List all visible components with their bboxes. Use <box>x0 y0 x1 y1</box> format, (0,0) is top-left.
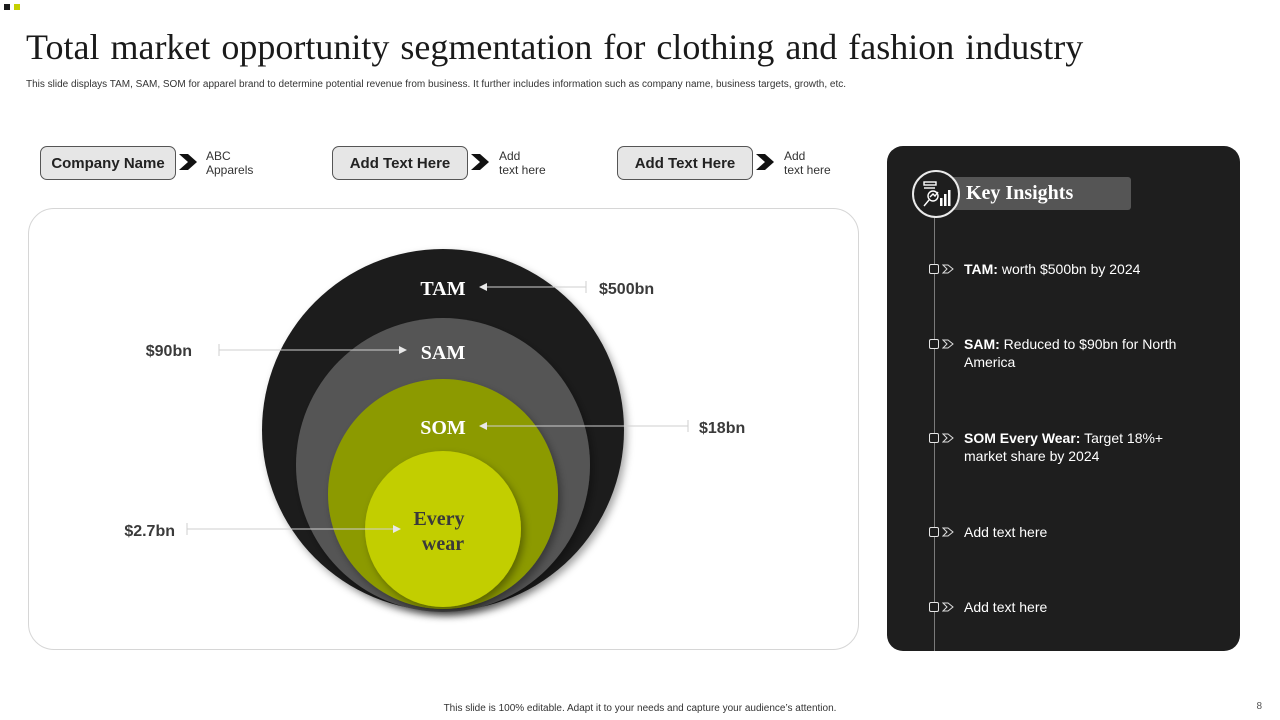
chevron-right-icon <box>942 527 954 537</box>
sam-label: SAM <box>421 342 466 364</box>
bullet-square-icon <box>929 527 939 537</box>
tam-label: TAM <box>420 278 465 300</box>
insight-item: Add text here <box>929 523 1189 541</box>
every-wear-label-line2: wear <box>422 533 464 555</box>
logo-square-lime <box>14 4 20 10</box>
bullet-square-icon <box>929 602 939 612</box>
insight-text: Add text here <box>964 599 1048 615</box>
logo-square-dark <box>4 4 10 10</box>
chevron-right-icon <box>942 433 954 443</box>
bullet-square-icon <box>929 264 939 274</box>
bullet-square-icon <box>929 339 939 349</box>
add-text-value-2: Add text here <box>784 149 831 177</box>
add-text-value-1: Add text here <box>499 149 546 177</box>
insight-item: SOM Every Wear: Target 18%+ market share… <box>929 429 1189 465</box>
tam-sam-som-diagram: TAM SAM SOM Every wear $500bn $90bn $18b… <box>124 249 745 612</box>
key-insights-title: Key Insights <box>949 177 1131 210</box>
company-name-value: ABC Apparels <box>206 149 254 177</box>
sam-value: $90bn <box>146 343 192 360</box>
insight-text: SAM: Reduced to $90bn for North America <box>964 336 1177 370</box>
page-number: 8 <box>1256 701 1262 712</box>
analytics-icon <box>912 170 960 218</box>
insight-item: Add text here <box>929 598 1189 616</box>
bullet-square-icon <box>929 433 939 443</box>
key-insights-panel: Key Insights TAM: worth $500bn by 2024 S… <box>887 146 1240 651</box>
chevron-right-icon <box>471 154 489 170</box>
slide-title: Total market opportunity segmentation fo… <box>26 27 1084 67</box>
som-label: SOM <box>420 417 466 439</box>
every-wear-value: $2.7bn <box>124 523 175 540</box>
chevron-right-icon <box>942 264 954 274</box>
insight-text: Add text here <box>964 524 1048 540</box>
som-value: $18bn <box>699 420 745 437</box>
insight-text: TAM: worth $500bn by 2024 <box>964 261 1141 277</box>
insight-text: SOM Every Wear: Target 18%+ market share… <box>964 430 1164 464</box>
chevron-right-icon <box>942 602 954 612</box>
add-text-box-1: Add Text Here <box>332 146 468 180</box>
insight-item: SAM: Reduced to $90bn for North America <box>929 335 1189 371</box>
chevron-right-icon <box>756 154 774 170</box>
slide-subtitle: This slide displays TAM, SAM, SOM for ap… <box>26 79 847 90</box>
add-text-box-2: Add Text Here <box>617 146 753 180</box>
tam-value: $500bn <box>599 281 654 298</box>
chevron-right-icon <box>942 339 954 349</box>
every-wear-label-line1: Every <box>413 508 464 530</box>
chevron-right-icon <box>179 154 197 170</box>
diagram-panel: TAM SAM SOM Every wear $500bn $90bn $18b… <box>28 208 859 650</box>
slide-footer: This slide is 100% editable. Adapt it to… <box>443 703 837 714</box>
insight-item: TAM: worth $500bn by 2024 <box>929 260 1189 278</box>
company-name-box: Company Name <box>40 146 176 180</box>
